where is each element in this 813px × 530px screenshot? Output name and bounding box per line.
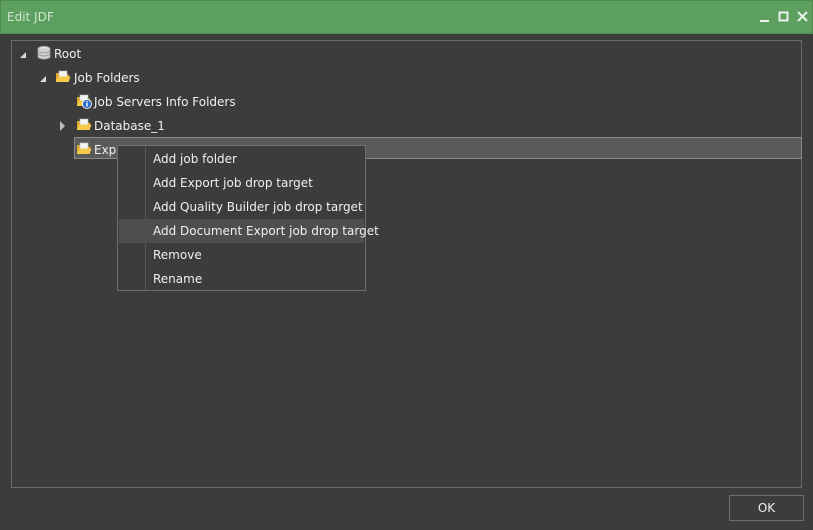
collapse-arrow-icon[interactable]: [18, 49, 28, 59]
close-button[interactable]: [795, 9, 811, 25]
database-icon: [36, 45, 52, 61]
menu-item-label: Add job folder: [153, 152, 237, 166]
menu-item-rename[interactable]: Rename: [119, 267, 364, 291]
info-folder-icon: [76, 93, 92, 109]
minimize-icon: [760, 20, 769, 22]
folder-open-icon: [76, 117, 92, 133]
collapse-arrow-icon[interactable]: [38, 73, 48, 83]
close-icon: [797, 11, 808, 22]
title-bar: Edit JDF: [0, 0, 813, 34]
menu-item-add-quality-builder-drop-target[interactable]: Add Quality Builder job drop target: [119, 195, 364, 219]
menu-item-label: Rename: [153, 272, 203, 286]
maximize-icon: [778, 11, 789, 22]
context-menu: Add job folder Add Export job drop targe…: [117, 145, 379, 291]
menu-item-add-export-drop-target[interactable]: Add Export job drop target: [119, 171, 364, 195]
menu-item-add-document-export-drop-target[interactable]: Add Document Export job drop target: [119, 219, 379, 243]
tree-node-job-servers-info[interactable]: Job Servers Info Folders: [94, 95, 236, 109]
tree-node-root[interactable]: Root: [54, 47, 81, 61]
maximize-button[interactable]: [776, 9, 792, 25]
window-title: Edit JDF: [7, 10, 54, 24]
minimize-button[interactable]: [757, 9, 773, 25]
menu-item-label: Add Quality Builder job drop target: [153, 200, 363, 214]
expand-arrow-icon[interactable]: [58, 120, 68, 131]
folder-open-icon: [55, 69, 71, 85]
tree-node-job-folders[interactable]: Job Folders: [74, 71, 140, 85]
menu-item-add-job-folder[interactable]: Add job folder: [119, 147, 364, 171]
folder-open-icon: [76, 141, 92, 157]
menu-item-label: Add Document Export job drop target: [153, 224, 379, 238]
menu-item-remove[interactable]: Remove: [119, 243, 364, 267]
ok-button[interactable]: OK: [729, 495, 804, 521]
menu-item-label: Add Export job drop target: [153, 176, 313, 190]
tree-node-database-1[interactable]: Database_1: [94, 119, 165, 133]
menu-item-label: Remove: [153, 248, 202, 262]
